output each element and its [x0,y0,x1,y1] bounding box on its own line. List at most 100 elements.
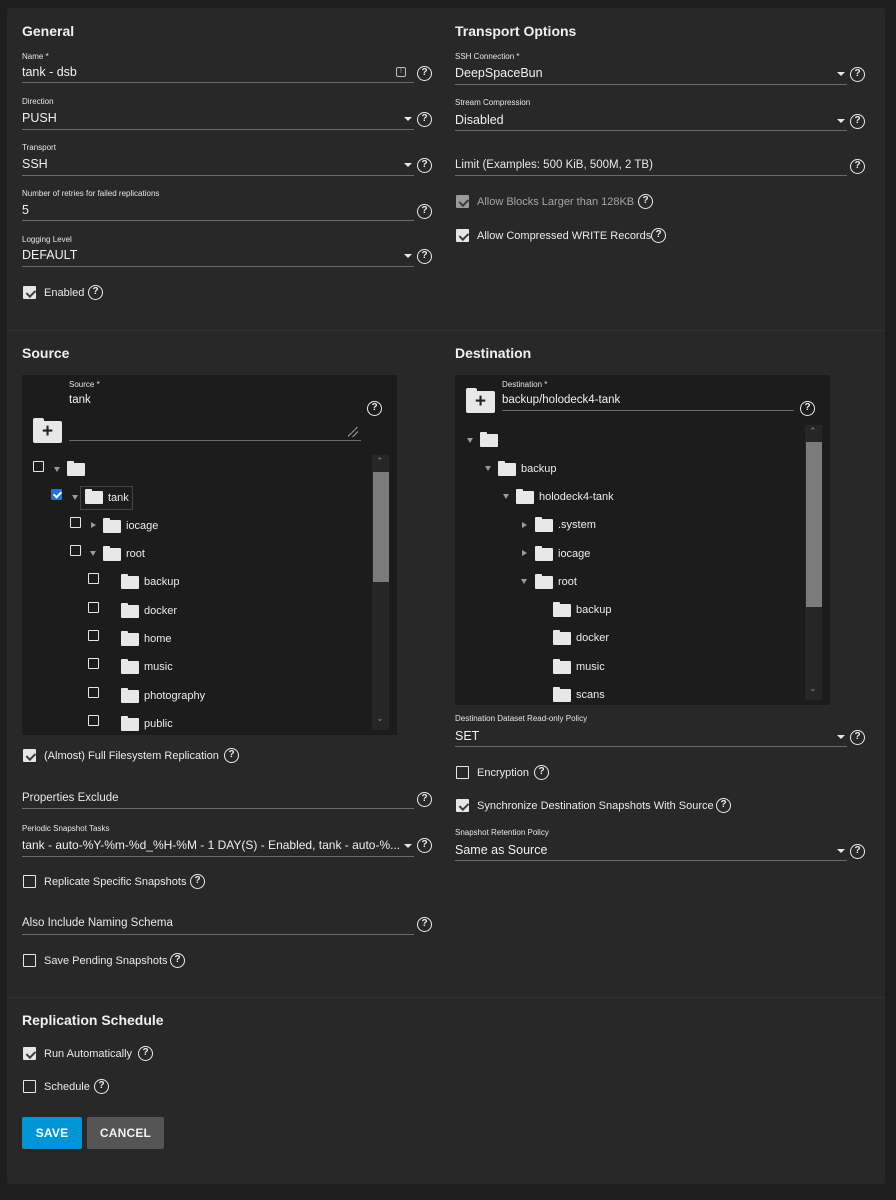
tree-root-expand-icon[interactable] [54,467,60,472]
save-pending-help-icon[interactable]: ? [170,953,185,968]
tree-child-checkbox[interactable] [88,687,99,698]
tree-child-checkbox[interactable] [88,715,99,726]
dest-tree-root-ds-expand-icon[interactable] [521,579,527,584]
retention-policy-dropdown-icon[interactable] [837,849,845,853]
retries-help-icon[interactable]: ? [417,204,432,219]
retention-policy-select[interactable]: Same as Source [455,843,825,857]
readonly-policy-help-icon[interactable]: ? [850,730,865,745]
readonly-policy-select[interactable]: SET [455,729,825,743]
source-tree-scroll-thumb[interactable] [373,472,389,582]
tree-node-label[interactable]: holodeck4-tank [539,491,614,503]
tree-root-ds-expand-icon[interactable] [90,551,96,556]
schedule-checkbox[interactable] [23,1080,36,1093]
dest-tree-system-expand-icon[interactable] [522,522,527,528]
source-help-icon[interactable]: ? [367,401,382,416]
destination-help-icon[interactable]: ? [800,401,815,416]
transport-dropdown-icon[interactable] [404,163,412,167]
dest-tree-root-expand-icon[interactable] [467,438,473,443]
direction-select[interactable]: PUSH [22,111,382,125]
dest-tree-iocage-expand-icon[interactable] [522,550,527,556]
tree-tank-checkbox[interactable] [51,489,62,500]
tree-node-label[interactable]: photography [144,690,205,702]
dest-tree-holodeck-expand-icon[interactable] [503,494,509,499]
tree-tank-expand-icon[interactable] [72,495,78,500]
direction-dropdown-icon[interactable] [404,117,412,121]
tree-node-label[interactable]: music [144,661,173,673]
periodic-tasks-select[interactable]: tank - auto-%Y-%m-%d_%H-%M - 1 DAY(S) - … [22,838,400,852]
password-manager-icon[interactable]: ! [396,67,406,77]
tree-node-label[interactable]: home [144,633,172,645]
tree-iocage-expand-icon[interactable] [91,522,96,528]
retries-input[interactable]: 5 [22,203,382,217]
full-fs-replication-help-icon[interactable]: ? [224,748,239,763]
tree-node-label[interactable]: backup [521,463,556,475]
tree-node-label[interactable]: scans [576,689,605,701]
large-blocks-help-icon[interactable]: ? [638,194,653,209]
destination-input[interactable]: backup/holodeck4-tank [502,394,620,406]
source-textarea[interactable]: tank [69,394,91,406]
scroll-down-icon[interactable]: ⌄ [809,683,817,694]
readonly-policy-dropdown-icon[interactable] [837,735,845,739]
scroll-up-icon[interactable]: ⌃ [809,426,817,437]
tree-child-checkbox[interactable] [88,630,99,641]
full-fs-replication-checkbox[interactable] [23,749,36,762]
logging-select[interactable]: DEFAULT [22,248,382,262]
tree-node-label[interactable]: iocage [126,520,158,532]
limit-input[interactable]: Limit (Examples: 500 KiB, 500M, 2 TB) [455,159,653,171]
tree-node-label[interactable]: music [576,661,605,673]
transport-select[interactable]: SSH [22,157,382,171]
tree-node-label[interactable]: backup [576,604,611,616]
tree-node-label[interactable]: public [144,718,173,730]
name-input[interactable]: tank - dsb [22,65,382,79]
replicate-specific-checkbox[interactable] [23,875,36,888]
encryption-help-icon[interactable]: ? [534,765,549,780]
tree-node-label[interactable]: docker [144,605,177,617]
textarea-resize-handle[interactable] [348,427,358,437]
retention-policy-help-icon[interactable]: ? [850,844,865,859]
tree-iocage-checkbox[interactable] [70,517,81,528]
compressed-write-checkbox[interactable] [456,229,469,242]
save-pending-checkbox[interactable] [23,954,36,967]
tree-child-checkbox[interactable] [88,602,99,613]
tree-root-ds-checkbox[interactable] [70,545,81,556]
naming-schema-help-icon[interactable]: ? [417,917,432,932]
scroll-up-icon[interactable]: ⌃ [376,456,384,467]
sync-snapshots-checkbox[interactable] [456,799,469,812]
ssh-connection-select[interactable]: DeepSpaceBun [455,66,825,80]
save-button[interactable]: SAVE [22,1117,82,1149]
ssh-connection-help-icon[interactable]: ? [850,67,865,82]
transport-help-icon[interactable]: ? [417,158,432,173]
naming-schema-input[interactable]: Also Include Naming Schema [22,917,173,929]
tree-child-checkbox[interactable] [88,658,99,669]
logging-help-icon[interactable]: ? [417,249,432,264]
periodic-tasks-help-icon[interactable]: ? [417,838,432,853]
stream-compression-help-icon[interactable]: ? [850,114,865,129]
run-automatically-checkbox[interactable] [23,1047,36,1060]
tree-node-label[interactable]: .system [558,519,596,531]
cancel-button[interactable]: CANCEL [87,1117,164,1149]
limit-help-icon[interactable]: ? [850,159,865,174]
dest-tree-backup-expand-icon[interactable] [485,466,491,471]
logging-dropdown-icon[interactable] [404,254,412,258]
ssh-connection-dropdown-icon[interactable] [837,72,845,76]
run-automatically-help-icon[interactable]: ? [138,1046,153,1061]
enabled-checkbox[interactable] [23,286,36,299]
periodic-tasks-dropdown-icon[interactable] [404,844,412,848]
properties-exclude-input[interactable]: Properties Exclude [22,792,119,804]
name-help-icon[interactable]: ? [417,66,432,81]
source-add-folder-button[interactable]: + [33,418,62,443]
enabled-help-icon[interactable]: ? [88,285,103,300]
stream-compression-select[interactable]: Disabled [455,113,825,127]
stream-compression-dropdown-icon[interactable] [837,119,845,123]
tree-node-label[interactable]: docker [576,632,609,644]
tree-node-label[interactable]: root [558,576,577,588]
scroll-down-icon[interactable]: ⌄ [376,713,384,724]
tree-node-label[interactable]: backup [144,576,179,588]
direction-help-icon[interactable]: ? [417,112,432,127]
compressed-write-help-icon[interactable]: ? [651,228,666,243]
encryption-checkbox[interactable] [456,766,469,779]
properties-exclude-help-icon[interactable]: ? [417,792,432,807]
tree-node-label[interactable]: iocage [558,548,590,560]
destination-add-folder-button[interactable]: + [466,388,495,413]
tree-node-label[interactable]: root [126,548,145,560]
